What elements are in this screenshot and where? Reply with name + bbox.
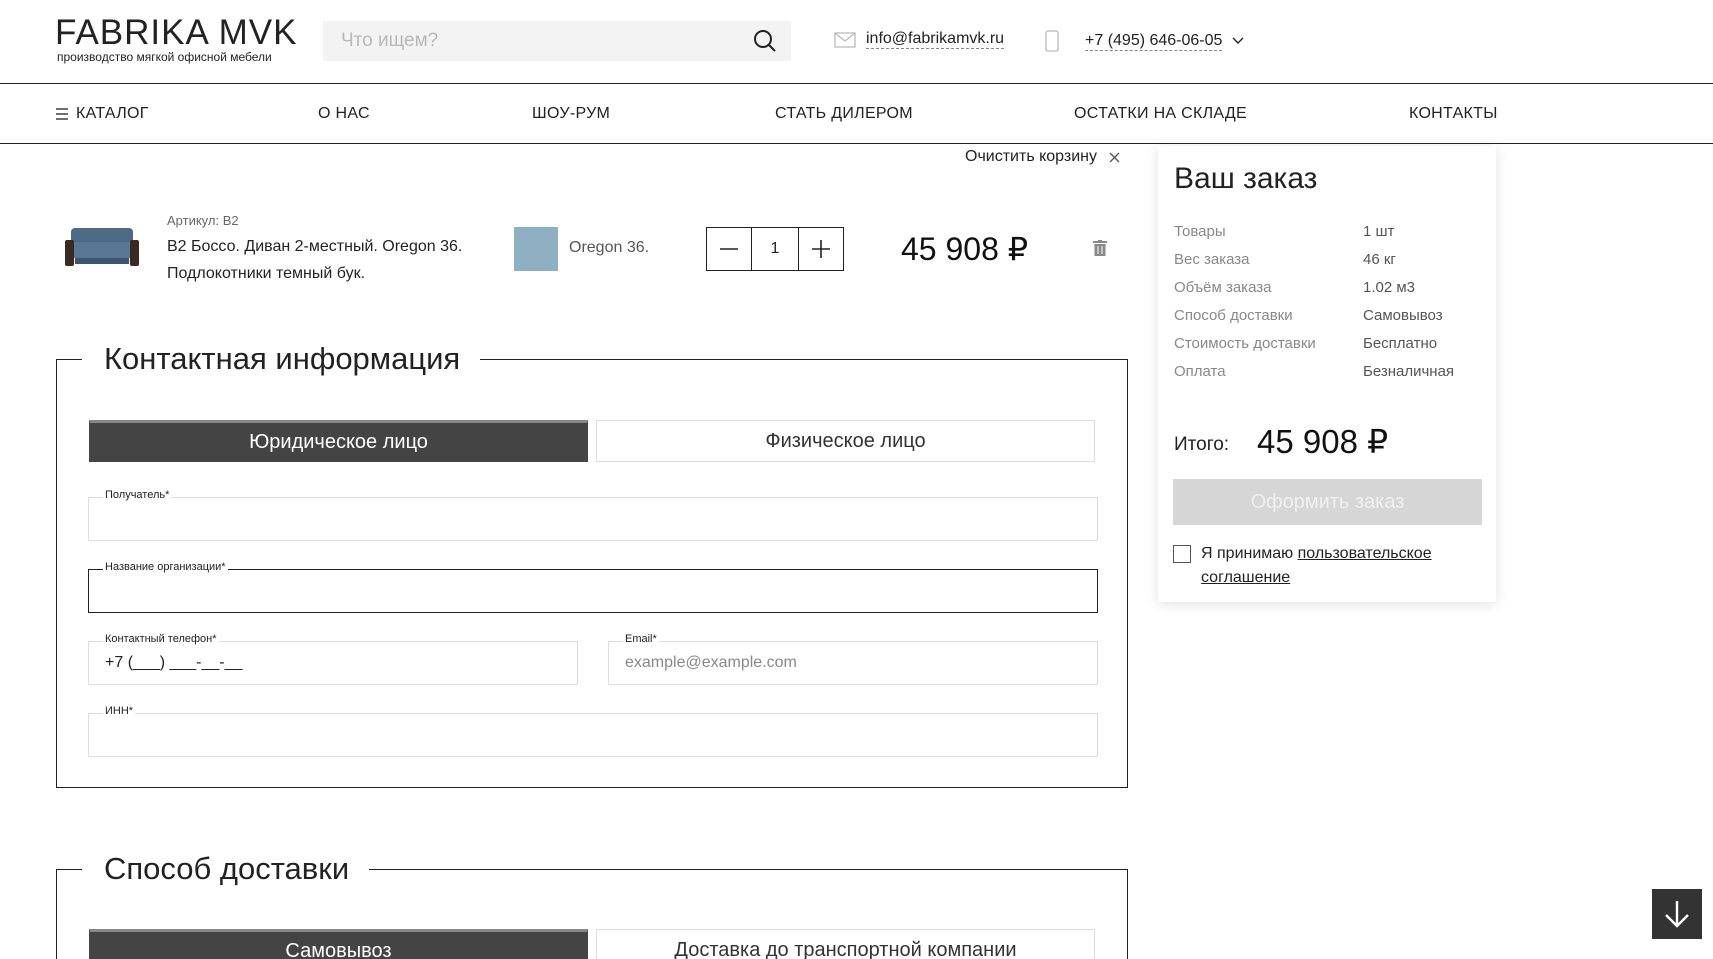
summary-value: Бесплатно (1363, 335, 1438, 352)
summary-key: Оплата (1174, 363, 1226, 380)
trash-icon[interactable] (1093, 240, 1107, 256)
summary-row: Стоимость доставки Бесплатно (1174, 335, 1437, 352)
header-phone: +7 (495) 646-06-05 (1045, 30, 1244, 52)
nav-stock[interactable]: ОСТАТКИ НА СКЛАДЕ (1074, 105, 1247, 123)
quantity-stepper: 1 (706, 227, 844, 271)
email-placeholder: example@example.com (625, 654, 797, 671)
color-label: Oregon 36. (569, 239, 650, 256)
summary-value: 1.02 м3 (1363, 279, 1416, 296)
agreement: Я принимаю пользовательское соглашение (1173, 542, 1496, 590)
total-label: Итого: (1174, 434, 1230, 455)
agreement-checkbox[interactable] (1173, 545, 1191, 563)
tab-transport-company[interactable]: Доставка до транспортной компании (596, 929, 1095, 959)
phone-icon (1045, 30, 1059, 52)
scroll-down-button[interactable] (1652, 889, 1702, 939)
contact-info-title: Контактная информация (82, 334, 481, 384)
summary-row: Вес заказа 46 кг (1174, 251, 1396, 268)
arrow-down-icon (1665, 901, 1689, 928)
summary-key: Вес заказа (1174, 251, 1250, 268)
menu-icon (56, 108, 68, 120)
logo-title: FABRIKA MVK (55, 13, 298, 52)
email-field[interactable]: Email* example@example.com (608, 633, 1098, 685)
product-name[interactable]: В2 Боссо. Диван 2-местный. Oregon 36. По… (167, 233, 467, 287)
email-link[interactable]: info@fabrikamvk.ru (866, 30, 1005, 49)
inn-field[interactable]: ИНН* (88, 705, 1098, 757)
chevron-down-icon[interactable] (1232, 37, 1244, 45)
agreement-text: Я принимаю пользовательское соглашение (1201, 542, 1496, 590)
main-nav: КАТАЛОГ О НАС ШОУ-РУМ СТАТЬ ДИЛЕРОМ ОСТА… (0, 84, 1713, 144)
email-label: Email* (623, 633, 659, 645)
delivery-tabs: Самовывоз Доставка до транспортной компа… (89, 929, 1095, 959)
site-header: FABRIKA MVK производство мягкой офисной … (0, 0, 1713, 84)
summary-row: Способ доставки Самовывоз (1174, 307, 1443, 324)
search-box (323, 21, 791, 61)
recipient-label: Получатель* (103, 489, 172, 501)
product-article: Артикул: В2 (167, 213, 239, 228)
phone-link[interactable]: +7 (495) 646-06-05 (1085, 32, 1223, 51)
nav-dealer[interactable]: СТАТЬ ДИЛЕРОМ (775, 105, 913, 123)
summary-row: Объём заказа 1.02 м3 (1174, 279, 1415, 296)
decrease-quantity-button[interactable] (707, 228, 751, 270)
summary-key: Стоимость доставки (1174, 335, 1316, 352)
summary-value: 1 шт (1363, 223, 1395, 240)
color-swatch (514, 227, 558, 271)
summary-value: 46 кг (1363, 251, 1396, 268)
summary-row: Товары 1 шт (1174, 223, 1394, 240)
clear-cart-button[interactable]: Очистить корзину (965, 148, 1120, 166)
logo[interactable]: FABRIKA MVK производство мягкой офисной … (55, 13, 298, 65)
nav-showroom[interactable]: ШОУ-РУМ (532, 105, 610, 123)
summary-key: Способ доставки (1174, 307, 1293, 324)
tab-individual[interactable]: Физическое лицо (596, 420, 1095, 462)
nav-contacts[interactable]: КОНТАКТЫ (1409, 105, 1498, 123)
phone-field[interactable]: Контактный телефон* +7 (___) ___-__-__ (88, 633, 578, 685)
close-icon (1109, 152, 1120, 162)
logo-subtitle: производство мягкой офисной мебели (57, 50, 272, 64)
nav-about[interactable]: О НАС (318, 105, 370, 123)
tab-legal-entity[interactable]: Юридическое лицо (89, 420, 588, 462)
search-icon[interactable] (753, 29, 777, 53)
summary-value: Самовывоз (1363, 307, 1443, 324)
summary-row: Оплата Безналичная (1174, 363, 1454, 380)
delivery-section: Способ доставки Самовывоз Доставка до тр… (56, 844, 1128, 959)
quantity-input[interactable]: 1 (751, 228, 799, 270)
summary-key: Объём заказа (1174, 279, 1272, 296)
nav-catalog[interactable]: КАТАЛОГ (56, 105, 149, 123)
mail-icon (834, 31, 856, 48)
recipient-field[interactable]: Получатель* (88, 489, 1098, 541)
contact-info-section: Контактная информация Юридическое лицо Ф… (56, 334, 1128, 788)
total-value: 45 908 ₽ (1257, 423, 1389, 460)
product-price: 45 908 ₽ (901, 231, 1029, 267)
summary-value: Безналичная (1363, 363, 1455, 380)
increase-quantity-button[interactable] (799, 228, 843, 270)
delivery-title: Способ доставки (82, 844, 370, 894)
customer-type-tabs: Юридическое лицо Физическое лицо (89, 420, 1095, 462)
summary-key: Товары (1174, 223, 1226, 240)
search-input[interactable] (323, 21, 723, 61)
phone-label: Контактный телефон* (103, 633, 219, 645)
clear-cart-label: Очистить корзину (965, 148, 1097, 165)
header-email: info@fabrikamvk.ru (834, 30, 1005, 49)
organization-label: Название организации* (103, 561, 228, 573)
plus-icon (812, 240, 830, 258)
organization-field[interactable]: Название организации* (88, 561, 1098, 613)
tab-pickup[interactable]: Самовывоз (89, 929, 588, 959)
order-summary: Ваш заказ Товары 1 шт Вес заказа 46 кг Объ… (1158, 146, 1496, 602)
minus-icon (720, 248, 738, 250)
order-summary-title: Ваш заказ (1174, 162, 1318, 195)
agreement-prefix: Я принимаю (1201, 545, 1298, 562)
nav-catalog-label: КАТАЛОГ (76, 105, 149, 122)
place-order-button[interactable]: Оформить заказ (1173, 479, 1482, 525)
product-thumbnail[interactable] (65, 222, 139, 272)
phone-value: +7 (___) ___-__-__ (105, 654, 243, 671)
inn-label: ИНН* (103, 705, 136, 717)
